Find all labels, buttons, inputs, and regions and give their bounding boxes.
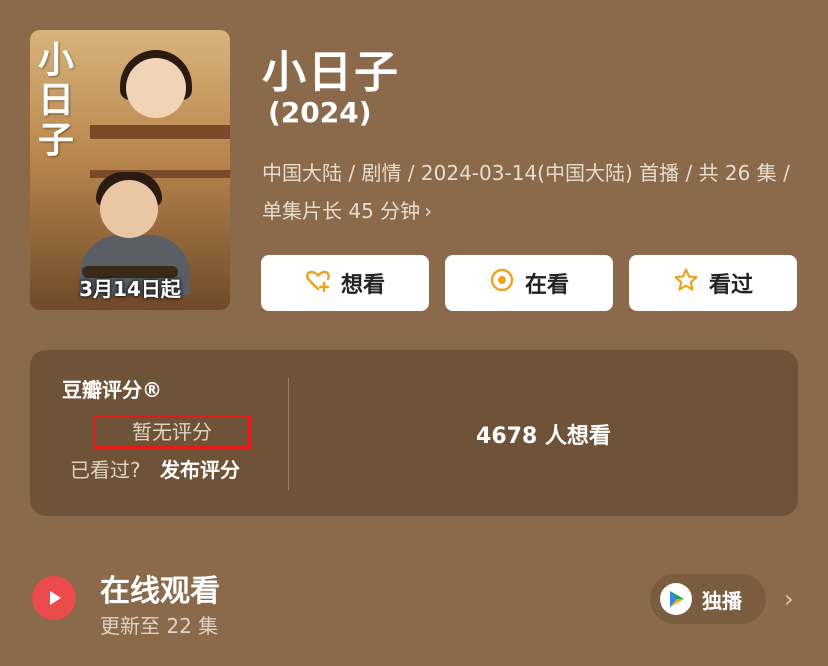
star-icon	[673, 267, 699, 299]
poster-figure-face	[100, 180, 158, 238]
page-title: 小日子	[262, 47, 400, 98]
episode-update-text: 更新至 22 集	[100, 614, 219, 638]
wish-count: 4678 人想看	[476, 424, 611, 449]
post-rating-link[interactable]: 发布评分	[160, 454, 240, 483]
douban-rating-label: 豆瓣评分®	[62, 378, 162, 402]
watching-button[interactable]: 在看	[445, 255, 613, 311]
want-to-watch-label: 想看	[340, 273, 385, 298]
no-rating-text: 暂无评分	[93, 415, 251, 449]
seen-prompt: 已看过?	[70, 458, 141, 482]
exclusive-label: 独播	[702, 588, 742, 613]
poster-calligraphy: 小日子	[38, 39, 75, 161]
exclusive-badge[interactable]: 独播	[650, 574, 766, 624]
release-year: (2024)	[268, 96, 372, 129]
chevron-right-icon[interactable]: ›	[784, 585, 794, 613]
online-watch-title[interactable]: 在线观看	[100, 566, 220, 610]
watching-label: 在看	[524, 273, 569, 298]
meta-info[interactable]: 中国大陆 / 剧情 / 2024-03-14(中国大陆) 首播 / 共 26 集…	[262, 154, 802, 230]
heart-plus-icon	[305, 267, 331, 299]
watched-button[interactable]: 看过	[629, 255, 797, 311]
want-to-watch-button[interactable]: 想看	[261, 255, 429, 311]
poster-date: 3月14日起	[79, 277, 181, 301]
chevron-right-icon: ›	[424, 199, 433, 223]
rating-card: 豆瓣评分® 暂无评分 已看过? 发布评分 4678 人想看	[30, 350, 798, 516]
poster-image[interactable]: 小日子 3月14日起	[30, 30, 230, 310]
poster-rail	[90, 125, 230, 139]
meta-text: 中国大陆 / 剧情 / 2024-03-14(中国大陆) 首播 / 共 26 集…	[262, 161, 790, 223]
poster-figure-face	[126, 58, 186, 118]
streaming-platform-icon	[660, 583, 692, 615]
watched-label: 看过	[708, 273, 753, 298]
target-icon	[489, 267, 515, 299]
play-icon[interactable]	[32, 576, 76, 620]
